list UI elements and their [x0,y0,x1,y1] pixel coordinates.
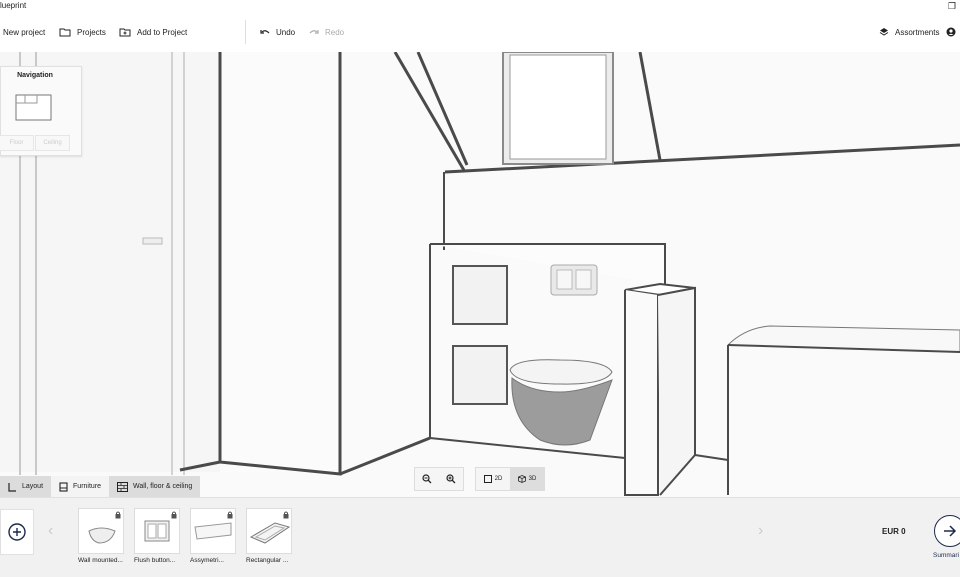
lock-icon [171,511,177,519]
add-to-project-button[interactable]: Add to Project [119,12,187,52]
tab-furniture[interactable]: Furniture [51,476,110,497]
assortments-label: Assortments [895,27,940,37]
zoom-in-icon [446,474,456,484]
brick-wall-icon [117,481,129,492]
view-mode-toggle: 2D 3D [475,467,545,491]
assortments-button[interactable]: Assortments [879,12,939,52]
cube-3d-icon [517,475,526,483]
panel-tabs: Layout Furniture Wall, floor & ceiling [0,476,201,497]
plus-circle-icon [8,523,26,541]
toilet-lid [509,359,613,385]
toilet-bowl [511,377,613,446]
zoom-out-button[interactable] [415,468,439,490]
projects-button[interactable]: Projects [59,12,106,52]
asymmetric-bathtub-thumbnail[interactable] [190,508,236,554]
zoom-in-button[interactable] [439,468,463,490]
tab-furniture-label: Furniture [73,483,102,490]
undo-button[interactable]: Undo [260,12,295,52]
tab-layout[interactable]: Layout [0,476,52,497]
title-bar: lueprint ❐ [0,0,960,12]
catalog-bar: ‹ Wall mounted... Flush button... Assyme… [0,497,960,577]
wall-mounted-toilet-thumbnail[interactable] [78,508,124,554]
catalog-item[interactable]: Wall mounted... [78,508,124,564]
rectangular-tray-thumbnail[interactable] [246,508,292,554]
layers-icon [879,28,889,36]
bathroom-scene [0,52,960,496]
zoom-controls [414,467,464,491]
floor-view-button[interactable]: Floor [0,135,34,151]
restore-window-icon[interactable]: ❐ [948,0,956,12]
arrow-right-icon [944,525,957,537]
ceiling-view-button[interactable]: Ceiling [35,135,70,151]
toolbar-divider [245,20,246,44]
zoom-out-icon [422,474,432,484]
wall-niche-top [452,265,508,325]
door-handle [142,237,163,245]
redo-icon [309,30,319,34]
user-account-icon [946,27,956,37]
navigation-title: Navigation [17,72,53,79]
tab-wall-floor-ceiling-label: Wall, floor & ceiling [133,483,193,490]
window-title: lueprint [0,1,27,10]
catalog-item-label: Rectangular ... [246,557,289,564]
catalog-next-arrow[interactable]: › [758,522,763,540]
catalog-item-label: Wall mounted... [78,557,123,564]
total-price: EUR 0 [882,527,906,536]
add-to-project-label: Add to Project [137,27,188,37]
catalog-item[interactable]: Flush button... [134,508,180,564]
square-2d-icon [483,475,492,483]
lock-icon [227,511,233,519]
view-3d-button[interactable]: 3D [510,468,544,490]
view-2d-label: 2D [494,476,503,482]
tab-layout-label: Layout [22,483,44,490]
summary-label: Summari [933,552,960,559]
view-3d-label: 3D [528,476,537,482]
folder-icon [59,28,71,37]
add-item-button[interactable] [0,509,34,555]
catalog-item[interactable]: Rectangular ... [246,508,292,564]
lock-icon [115,511,121,519]
catalog-prev-arrow[interactable]: ‹ [48,522,53,540]
catalog-item-label: Flush button... [134,557,176,564]
projects-label: Projects [77,27,106,37]
undo-label: Undo [276,27,296,37]
3d-viewport[interactable] [0,52,960,497]
redo-label: Redo [325,27,345,37]
view-2d-button[interactable]: 2D [476,468,510,490]
flush-button-thumbnail[interactable] [134,508,180,554]
furniture-icon [59,481,68,492]
catalog-item-label: Assymetri... [190,557,224,564]
main-toolbar: New project Projects Add to Project Undo… [0,12,960,53]
account-button[interactable] [946,12,956,52]
catalog-item[interactable]: Assymetri... [190,508,236,564]
new-project-button[interactable]: New project [3,12,45,52]
layout-icon [8,482,16,492]
redo-button[interactable]: Redo [309,12,344,52]
tab-wall-floor-ceiling[interactable]: Wall, floor & ceiling [109,476,201,497]
navigation-panel: Navigation Floor Ceiling [0,66,82,156]
floor-plan-minimap[interactable] [15,93,55,121]
lock-icon [283,511,289,519]
undo-icon [260,30,270,34]
wall-niche-bottom [452,345,508,405]
summary-button[interactable] [934,515,960,547]
new-project-label: New project [3,27,46,37]
add-folder-icon [119,28,131,37]
